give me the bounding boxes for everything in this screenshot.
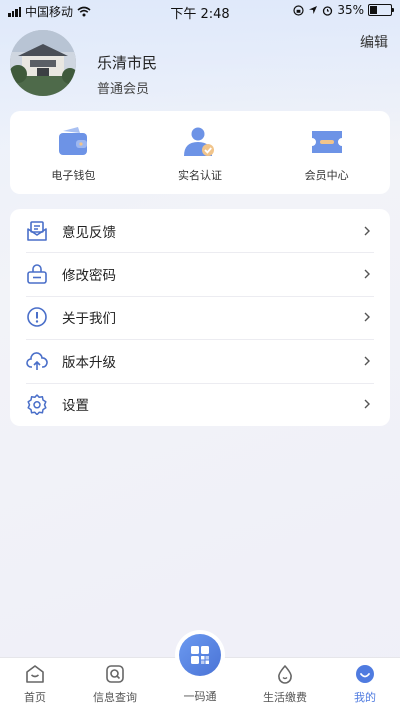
real-name-verification-button[interactable]: 实名认证 <box>140 123 260 183</box>
location-icon <box>309 6 318 14</box>
tab-info-query-label: 信息查询 <box>93 691 137 704</box>
menu-label-version-upgrade: 版本升级 <box>62 354 116 371</box>
screen-lock-icon <box>293 4 304 16</box>
wallet-icon <box>59 126 88 155</box>
qr-code-icon <box>191 646 209 664</box>
status-right: 35% <box>293 3 394 17</box>
tab-info-query[interactable]: 信息查询 <box>75 664 155 705</box>
tab-home[interactable]: 首页 <box>0 664 75 705</box>
menu-label-change-password: 修改密码 <box>62 268 116 285</box>
qr-code-button-inner <box>179 634 221 676</box>
tab-utility-payment-label: 生活缴费 <box>263 691 307 704</box>
menu-item-change-password[interactable]: 修改密码 <box>10 252 390 295</box>
user-name: 乐清市民 <box>97 54 158 72</box>
smile-user-icon <box>356 665 374 683</box>
tab-mine-label: 我的 <box>354 691 376 704</box>
home-icon <box>26 665 44 683</box>
lock-icon <box>26 263 48 285</box>
settings-menu: 意见反馈 修改密码 关于我们 版本升级 设置 <box>10 209 390 426</box>
gear-icon <box>26 393 48 416</box>
quick-actions-card: 电子钱包 实名认证 会员中心 <box>10 111 390 194</box>
chevron-right-icon <box>364 356 370 366</box>
membership-label: 会员中心 <box>304 168 349 182</box>
info-icon <box>26 306 48 328</box>
cloud-upload-icon <box>26 350 48 372</box>
verified-user-icon <box>183 127 214 156</box>
menu-label-feedback: 意见反馈 <box>62 224 116 241</box>
menu-item-settings[interactable]: 设置 <box>10 382 390 426</box>
menu-item-feedback[interactable]: 意见反馈 <box>10 209 390 252</box>
wallet-label: 电子钱包 <box>51 168 96 182</box>
membership-center-button[interactable]: 会员中心 <box>267 123 387 183</box>
tab-home-label: 首页 <box>24 691 46 704</box>
qr-code-button[interactable] <box>175 630 225 680</box>
chevron-right-icon <box>364 226 370 236</box>
battery-level <box>370 6 377 14</box>
tab-qr-code-label: 一码通 <box>183 690 217 703</box>
tab-mine[interactable]: 我的 <box>325 664 400 705</box>
menu-item-version-upgrade[interactable]: 版本升级 <box>10 339 390 382</box>
menu-label-about-us: 关于我们 <box>62 311 116 328</box>
chevron-right-icon <box>364 312 370 322</box>
menu-label-settings: 设置 <box>62 398 89 415</box>
battery-percent: 35% <box>337 3 364 17</box>
avatar[interactable] <box>10 30 76 96</box>
verification-label: 实名认证 <box>177 168 222 182</box>
feedback-icon <box>26 220 48 242</box>
water-drop-icon <box>278 665 292 684</box>
chevron-right-icon <box>364 399 370 409</box>
edit-profile-button[interactable]: 编辑 <box>360 32 388 52</box>
alarm-icon <box>323 5 333 16</box>
menu-item-about-us[interactable]: 关于我们 <box>10 295 390 339</box>
status-bar: 中国移动 下午 2:48 35% <box>0 0 400 22</box>
tab-utility-payment[interactable]: 生活缴费 <box>245 664 325 705</box>
search-icon <box>106 665 124 683</box>
chevron-right-icon <box>364 269 370 279</box>
battery-icon <box>368 4 394 16</box>
membership-level: 普通会员 <box>97 82 150 97</box>
avatar-image <box>10 30 76 96</box>
wallet-button[interactable]: 电子钱包 <box>13 123 133 183</box>
membership-card-icon <box>311 130 342 153</box>
